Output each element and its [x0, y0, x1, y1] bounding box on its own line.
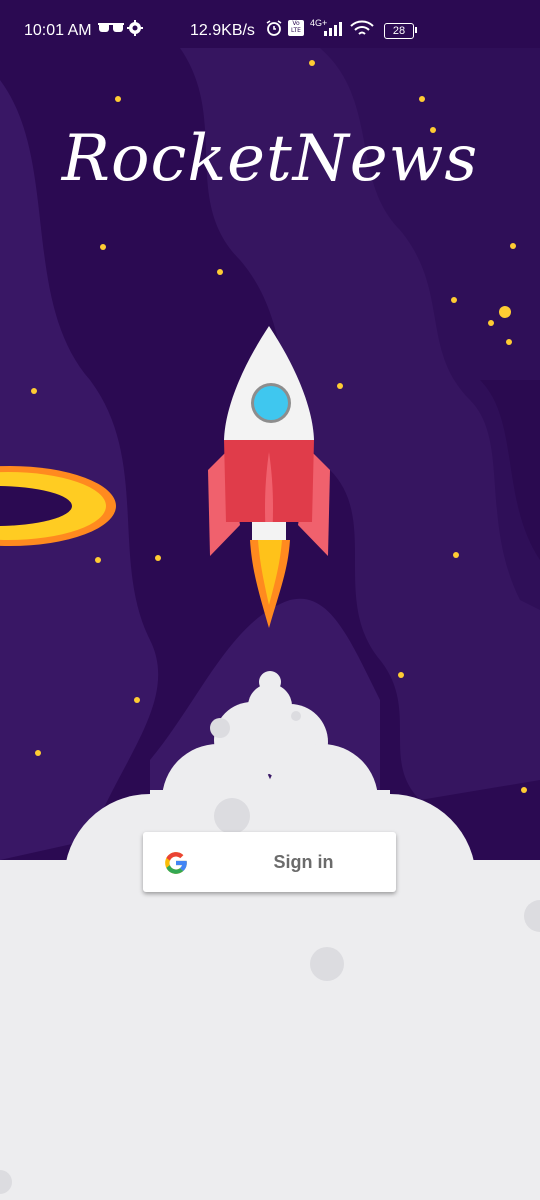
star	[309, 60, 315, 66]
star	[419, 96, 425, 102]
battery-tip	[415, 27, 417, 33]
net-speed: 12.9KB/s	[190, 22, 255, 39]
star	[453, 552, 459, 558]
google-icon	[165, 852, 187, 874]
signal-icon	[324, 22, 342, 36]
battery-icon: 28	[384, 23, 414, 39]
star	[115, 96, 121, 102]
star	[451, 297, 457, 303]
volte-icon: Vo LTE	[288, 20, 304, 36]
star	[488, 320, 494, 326]
star	[134, 697, 140, 703]
battery-level: 28	[392, 25, 406, 37]
sunglasses-icon	[98, 23, 124, 32]
star	[398, 672, 404, 678]
star	[506, 339, 512, 345]
wifi-icon	[350, 20, 374, 35]
star	[95, 557, 101, 563]
star	[100, 244, 106, 250]
alarm-icon	[266, 20, 282, 36]
star	[499, 306, 511, 318]
star	[510, 243, 516, 249]
gear-icon	[127, 20, 143, 36]
star	[337, 383, 343, 389]
app-title: RocketNews	[61, 122, 479, 196]
google-signin-button[interactable]: Sign in	[143, 832, 396, 892]
star	[155, 555, 161, 561]
status-bar: 10:01 AM 12.9KB/s Vo LTE 4G+ 28	[0, 0, 540, 48]
star	[521, 787, 527, 793]
star	[217, 269, 223, 275]
star	[35, 750, 41, 756]
star	[31, 388, 37, 394]
status-time: 10:01 AM	[24, 22, 92, 39]
signin-label: Sign in	[273, 852, 334, 872]
rocket-base	[252, 522, 286, 540]
